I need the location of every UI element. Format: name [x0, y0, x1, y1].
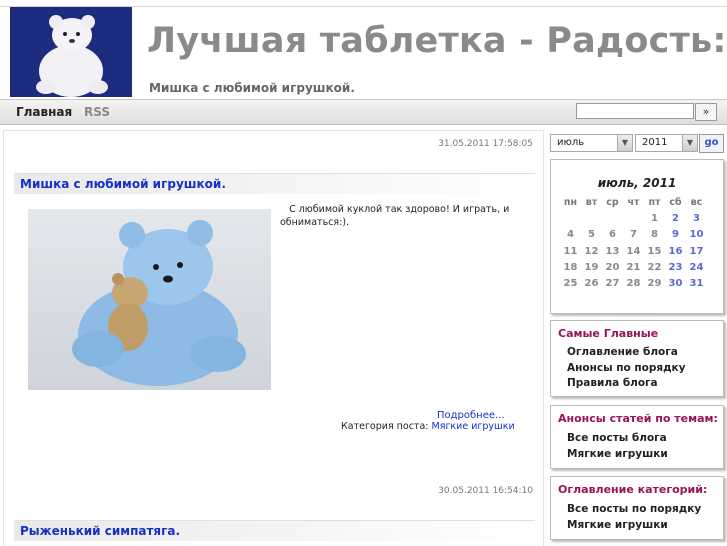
sidebar-announces-title: Анонсы статей по темам:	[558, 412, 718, 425]
calendar-day: 19	[584, 261, 599, 273]
calendar-day: 12	[584, 245, 599, 257]
calendar-day-link[interactable]: 31	[686, 275, 707, 291]
site-header: Лучшая таблетка - Радость:) Мишка с люби…	[0, 7, 727, 99]
calendar-day-link[interactable]: 23	[665, 259, 686, 275]
chevron-down-icon[interactable]: ▼	[682, 135, 697, 151]
sidebar-link-soft-toys[interactable]: Мягкие игрушки	[567, 448, 668, 460]
calendar-day: 15	[647, 245, 662, 257]
post-date: 31.05.2011 17:58:05	[438, 139, 533, 149]
post-title-link[interactable]: Мишка с любимой игрушкой.	[20, 177, 226, 191]
calendar-day: 26	[584, 278, 599, 290]
read-more-link[interactable]: Подробнее...	[437, 410, 505, 421]
main-content: 31.05.2011 17:58:05 Мишка с любимой игру…	[3, 130, 544, 546]
post-excerpt: С любимой куклой так здорово! И играть, …	[280, 203, 510, 229]
calendar-day-link[interactable]: 24	[686, 259, 707, 275]
search-button[interactable]: »	[695, 103, 717, 121]
calendar-day: 29	[647, 278, 662, 290]
top-border	[0, 0, 727, 7]
calendar-day	[623, 210, 644, 226]
post-title-bar: Рыженький симпатяга.	[14, 520, 535, 541]
post-image[interactable]	[28, 209, 271, 390]
sidebar-link-contents[interactable]: Оглавление блога	[567, 346, 678, 358]
sidebar-link-announces[interactable]: Анонсы по порядку	[567, 362, 686, 374]
post-title-bar: Мишка с любимой игрушкой.	[14, 173, 535, 194]
sidebar-link-all-posts-ordered[interactable]: Все посты по порядку	[567, 503, 701, 515]
calendar-day: 25	[563, 278, 578, 290]
sidebar-main-box: Самые Главные Оглавление блога Анонсы по…	[550, 320, 724, 397]
weekday-label: чт	[627, 196, 640, 208]
sidebar-announces-box: Анонсы статей по темам: Все посты блога …	[550, 405, 724, 469]
calendar-day-link[interactable]: 2	[665, 210, 686, 226]
site-logo[interactable]	[10, 7, 132, 97]
calendar-day	[560, 210, 581, 226]
calendar-day-link[interactable]: 17	[686, 243, 707, 259]
year-select[interactable]: 2011 ▼	[635, 134, 698, 152]
calendar-day: 28	[626, 278, 641, 290]
calendar-day-link[interactable]: 10	[686, 227, 707, 243]
calendar-day: 14	[626, 245, 641, 257]
calendar-go-button[interactable]: go	[699, 134, 724, 153]
post-date: 30.05.2011 16:54:10	[438, 486, 533, 496]
sidebar-categories-title: Оглавление категорий:	[558, 483, 708, 496]
weekday-label: вт	[585, 196, 598, 208]
post-category-link[interactable]: Мягкие игрушки	[432, 421, 515, 432]
sidebar-link-category-soft-toys[interactable]: Мягкие игрушки	[567, 519, 668, 531]
chevron-down-icon[interactable]: ▼	[617, 135, 632, 151]
weekday-label: пн	[563, 196, 578, 208]
calendar-day: 5	[588, 229, 595, 241]
calendar-day-link[interactable]: 16	[665, 243, 686, 259]
sidebar-link-rules[interactable]: Правила блога	[567, 377, 658, 389]
month-select[interactable]: июль ▼	[550, 134, 633, 152]
weekday-label: сб	[669, 196, 682, 208]
calendar-day: 21	[626, 261, 641, 273]
calendar-title: июль, 2011	[597, 176, 677, 190]
calendar-day: 6	[609, 229, 616, 241]
post-category-label: Категория поста:	[341, 421, 429, 432]
calendar-day-link[interactable]: 3	[686, 210, 707, 226]
search-input[interactable]	[576, 103, 694, 119]
nav-rss-link[interactable]: RSS	[84, 105, 110, 119]
site-title[interactable]: Лучшая таблетка - Радость:)	[147, 21, 727, 61]
post-category-line: Категория поста: Мягкие игрушки	[341, 421, 515, 432]
calendar-day	[602, 210, 623, 226]
post-excerpt-text: С любимой куклой так здорово! И играть, …	[280, 204, 510, 228]
site-subtitle: Мишка с любимой игрушкой.	[149, 81, 355, 95]
weekday-label: вс	[690, 196, 703, 208]
calendar-box: июль, 2011 пн вт ср чт пт сб вс 1 2 3 4 …	[550, 159, 724, 314]
calendar-grid: пн вт ср чт пт сб вс 1 2 3 4 5 6 7 8 9 1…	[560, 194, 707, 292]
calendar-day: 13	[605, 245, 620, 257]
weekday-label: ср	[606, 196, 619, 208]
calendar-day: 22	[647, 261, 662, 273]
nav-bar: Главная RSS »	[0, 99, 727, 125]
calendar-day-link[interactable]: 30	[665, 275, 686, 291]
sidebar-main-title: Самые Главные	[558, 327, 659, 340]
month-select-value: июль	[557, 137, 585, 148]
calendar-day: 8	[651, 229, 658, 241]
calendar-day: 18	[563, 261, 578, 273]
calendar-day: 1	[651, 212, 658, 224]
calendar-day: 27	[605, 278, 620, 290]
sidebar-link-all-posts[interactable]: Все посты блога	[567, 432, 667, 444]
year-select-value: 2011	[642, 137, 668, 148]
calendar-day: 7	[630, 229, 637, 241]
calendar-day-link[interactable]: 9	[665, 227, 686, 243]
weekday-label: пт	[648, 196, 661, 208]
sidebar-categories-box: Оглавление категорий: Все посты по поряд…	[550, 476, 724, 540]
calendar-day: 20	[605, 261, 620, 273]
calendar-day	[581, 210, 602, 226]
calendar-day: 4	[567, 229, 574, 241]
calendar-day: 11	[563, 245, 578, 257]
nav-home-link[interactable]: Главная	[16, 105, 72, 119]
post-title-link[interactable]: Рыженький симпатяга.	[20, 524, 180, 538]
